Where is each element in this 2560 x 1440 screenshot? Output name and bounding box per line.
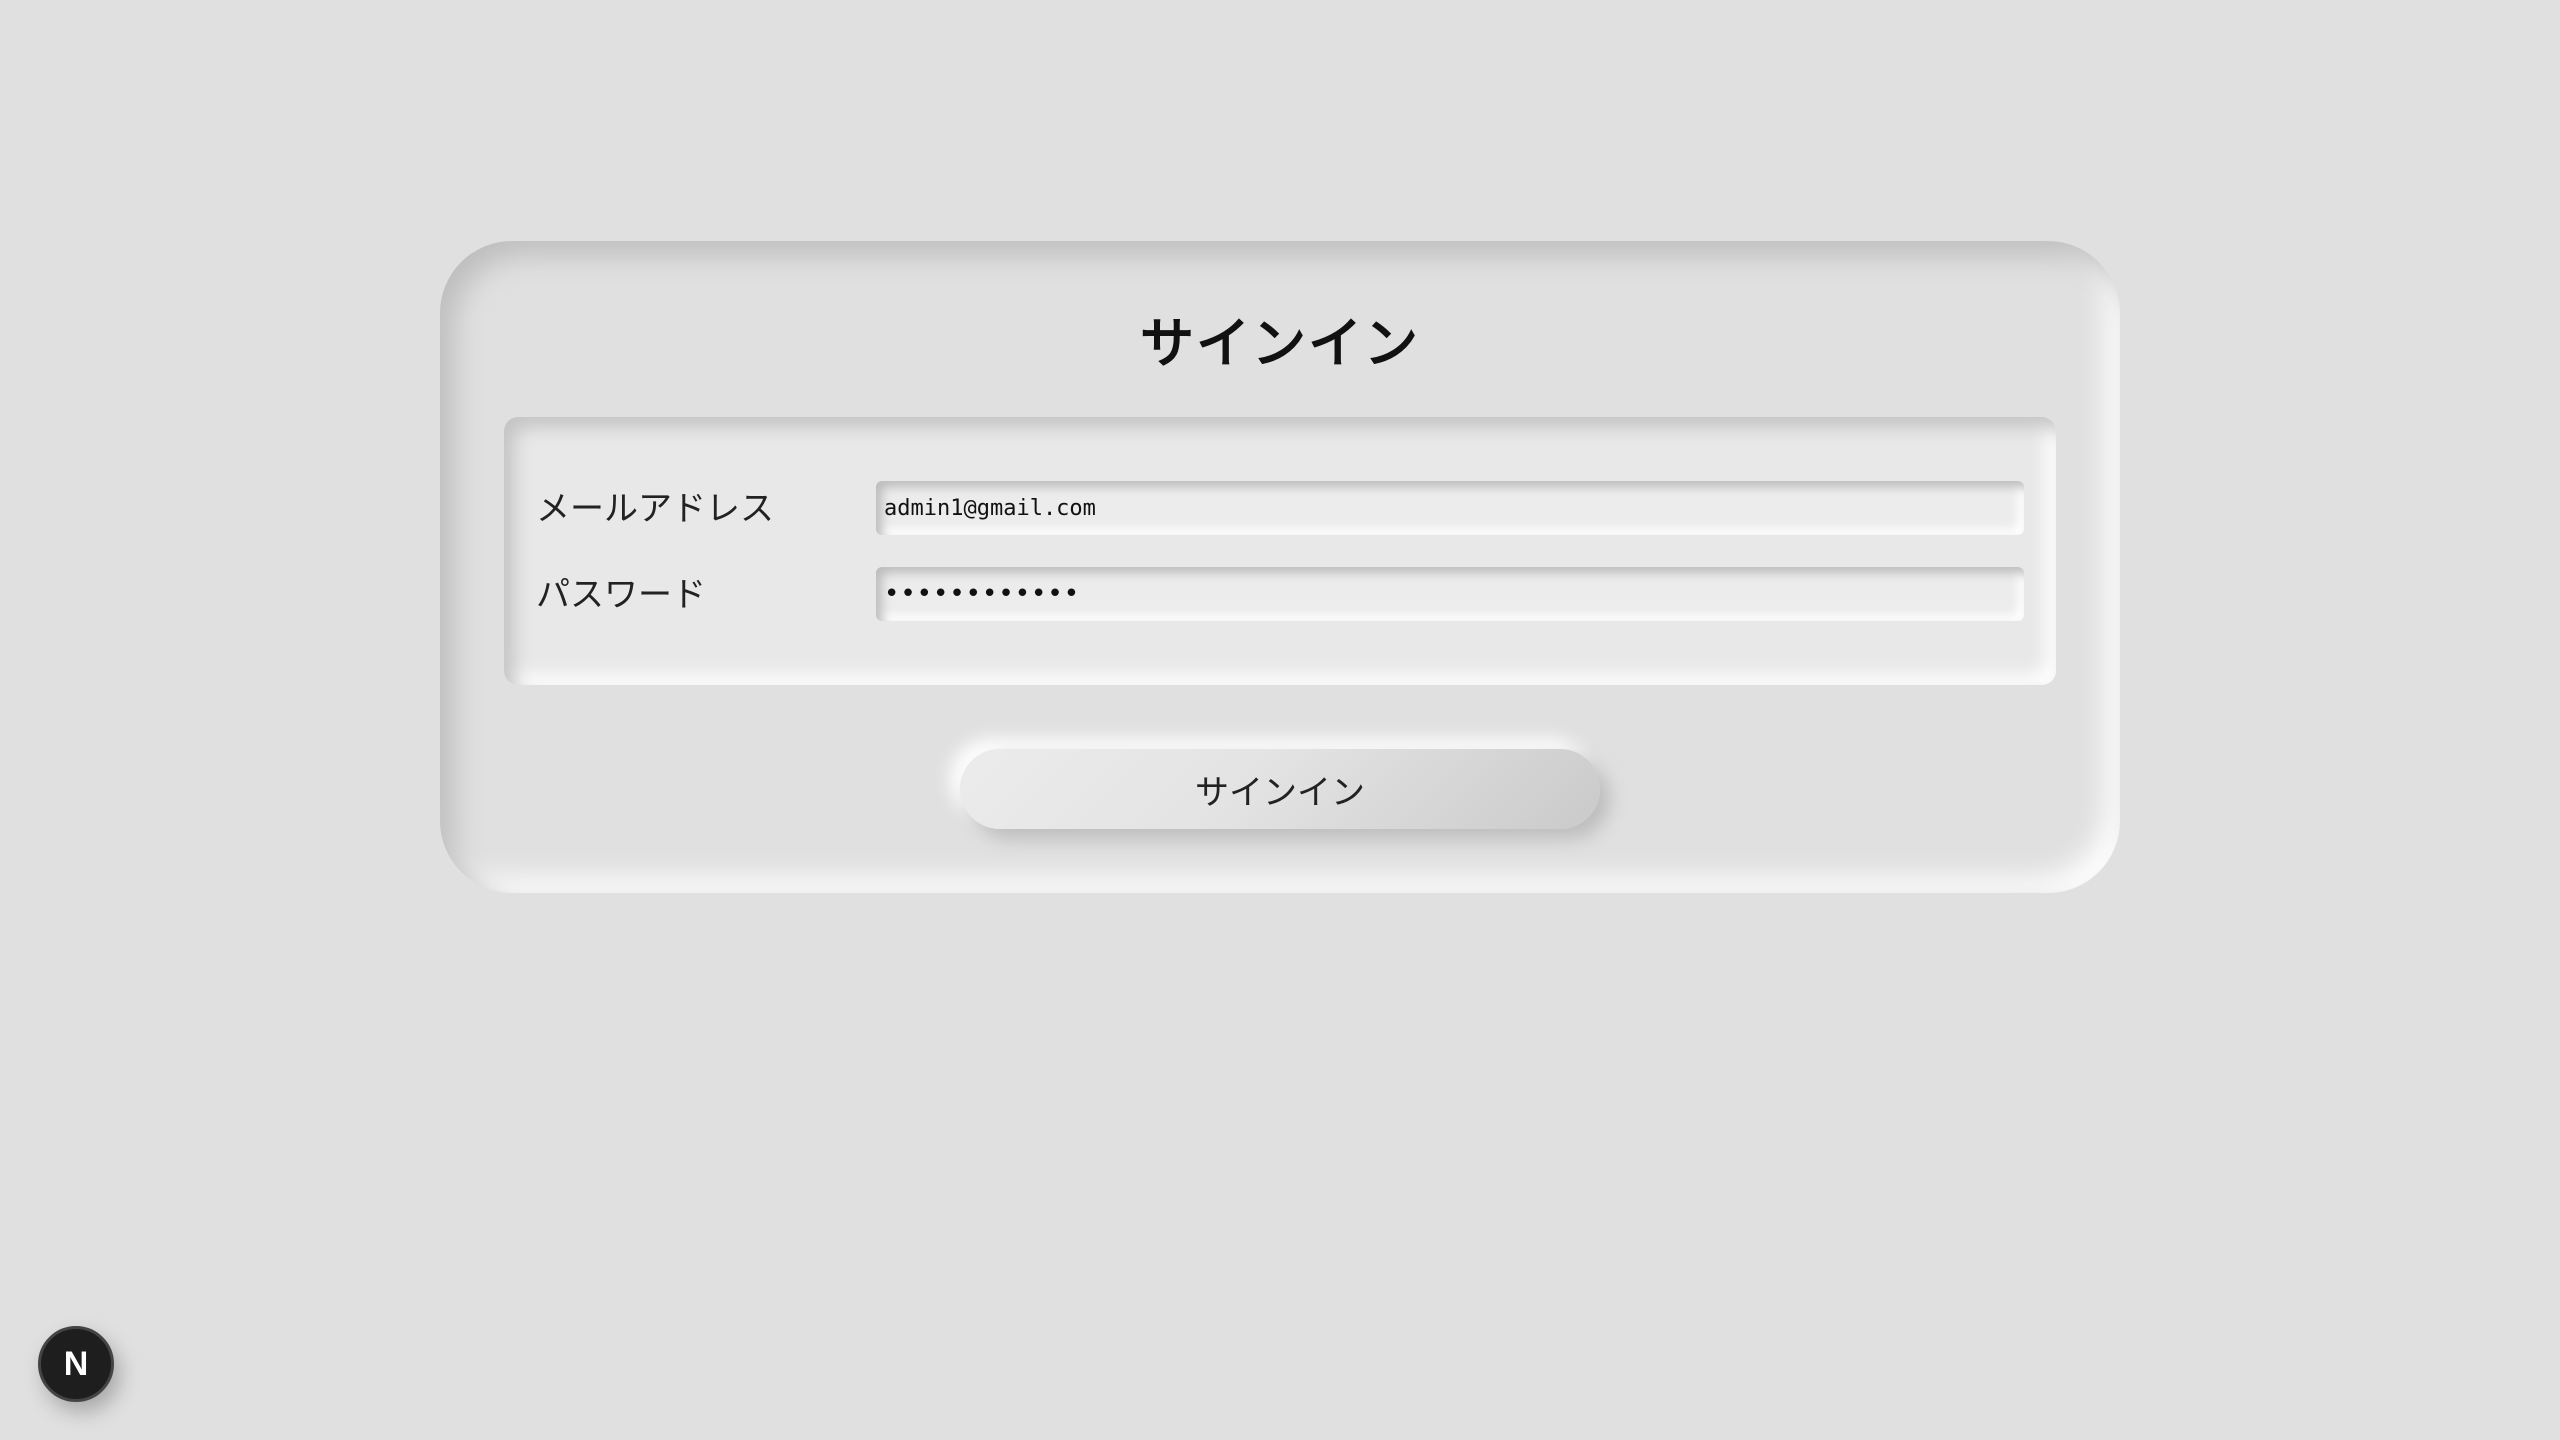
form-panel: メールアドレス admin1@gmail.com パスワード •••••••••… — [504, 417, 2056, 685]
password-row: パスワード •••••••••••• — [504, 567, 2056, 623]
email-label: メールアドレス — [536, 489, 774, 529]
password-field[interactable]: •••••••••••• — [876, 567, 2024, 621]
nextjs-logo-icon[interactable]: N — [38, 1326, 114, 1402]
email-row: メールアドレス admin1@gmail.com — [504, 481, 2056, 537]
password-label: パスワード — [536, 575, 706, 615]
signin-button[interactable]: サインイン — [960, 749, 1600, 829]
badge-letter: N — [63, 1344, 89, 1383]
email-field[interactable]: admin1@gmail.com — [876, 481, 2024, 535]
page-title: サインイン — [1140, 312, 1420, 375]
signin-card: サインイン メールアドレス admin1@gmail.com パスワード •••… — [440, 241, 2120, 893]
